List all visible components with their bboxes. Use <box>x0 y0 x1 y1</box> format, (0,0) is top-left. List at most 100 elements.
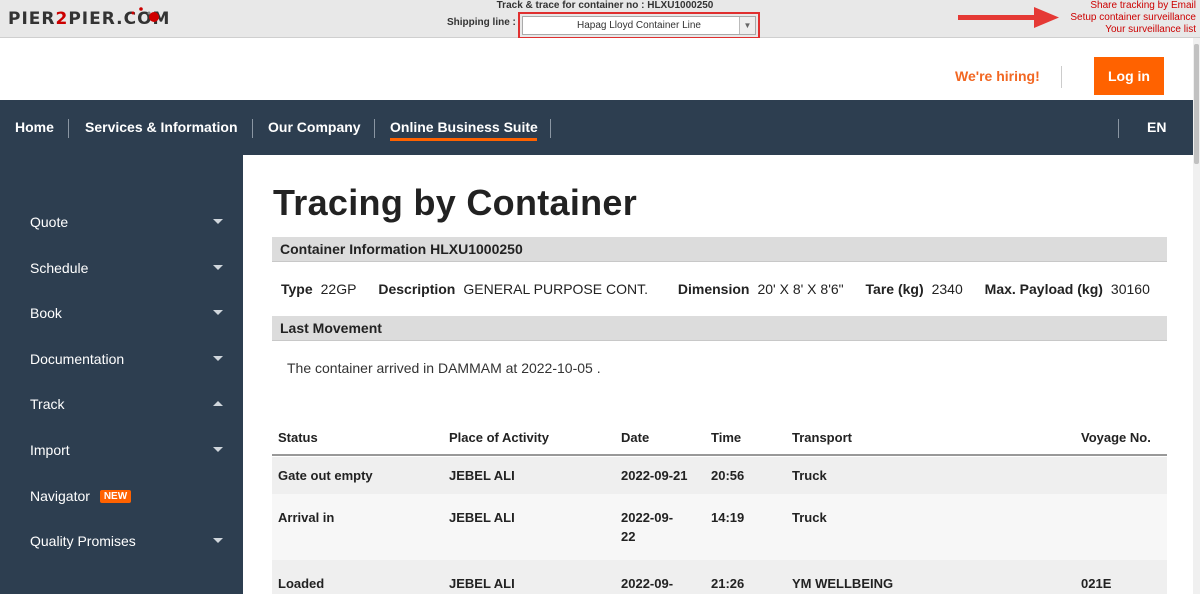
cell-place: JEBEL ALI <box>449 510 515 525</box>
caret-down-icon <box>213 219 223 224</box>
table-row: Gate out empty JEBEL ALI 2022-09-21 20:5… <box>272 457 1167 494</box>
col-voyage: Voyage No. <box>1081 430 1151 445</box>
col-place: Place of Activity <box>449 430 549 445</box>
setup-surveillance-link[interactable]: Setup container surveillance <box>1070 12 1196 24</box>
tracking-header: Track & trace for container no : HLXU100… <box>440 0 770 39</box>
col-status: Status <box>278 430 318 445</box>
last-movement-text: The container arrived in DAMMAM at 2022-… <box>287 360 601 376</box>
scrollbar-thumb[interactable] <box>1194 44 1199 164</box>
max-payload-label: Max. Payload (kg) <box>984 281 1103 297</box>
nav-our-company[interactable]: Our Company <box>268 119 361 135</box>
nav-services-information[interactable]: Services & Information <box>85 119 238 135</box>
cell-date-wrap: 22 <box>621 529 636 544</box>
cell-date: 2022-09- <box>621 510 674 525</box>
cell-status: Loaded <box>278 576 325 591</box>
p2p-toolbar: PIER2PIER.COM Track & trace for containe… <box>0 0 1200 39</box>
caret-down-icon <box>213 447 223 452</box>
sidebar-item-documentation[interactable]: Documentation <box>30 351 230 367</box>
sidebar-item-label: Quality Promises <box>30 533 136 549</box>
nav-separator <box>550 119 551 138</box>
sidebar-item-label: Import <box>30 442 70 458</box>
shipping-line-highlight: Hapag Lloyd Container Line ▼ <box>518 12 760 39</box>
table-row: Loaded JEBEL ALI 2022-09- 21:26 YM WELLB… <box>272 560 1167 594</box>
nav-separator <box>68 119 69 138</box>
caret-down-icon <box>213 310 223 315</box>
header-divider <box>1061 66 1062 88</box>
sidebar-item-label: Book <box>30 305 62 321</box>
sidebar-item-navigator[interactable]: Navigator NEW <box>30 488 230 504</box>
logo-dots-icon <box>131 7 159 22</box>
login-button[interactable]: Log in <box>1094 57 1164 95</box>
sidebar-item-track[interactable]: Track <box>30 396 230 412</box>
share-tracking-email-link[interactable]: Share tracking by Email <box>1070 0 1196 12</box>
col-transport: Transport <box>792 430 852 445</box>
caret-down-icon <box>213 356 223 361</box>
nav-separator <box>252 119 253 138</box>
description-label: Description <box>378 281 456 297</box>
trace-title: Track & trace for container no : HLXU100… <box>496 0 714 11</box>
tare-value: 2340 <box>931 281 963 297</box>
caret-down-icon <box>213 265 223 270</box>
nav-separator <box>374 119 375 138</box>
hiring-link[interactable]: We're hiring! <box>955 68 1040 84</box>
logo-text-pier: PIER <box>8 9 56 29</box>
cell-time: 20:56 <box>711 468 745 483</box>
type-label: Type <box>281 281 313 297</box>
dimension-value: 20' X 8' X 8'6" <box>757 281 844 297</box>
description-value: GENERAL PURPOSE CONT. <box>463 281 648 297</box>
cell-time: 21:26 <box>711 576 745 591</box>
cell-status: Arrival in <box>278 510 335 525</box>
table-row: Arrival in JEBEL ALI 2022-09- 22 14:19 T… <box>272 494 1167 560</box>
nav-separator <box>1118 119 1119 138</box>
new-badge: NEW <box>99 490 132 503</box>
cell-transport: Truck <box>792 468 827 483</box>
cell-transport: Truck <box>792 510 827 525</box>
cell-time: 14:19 <box>711 510 745 525</box>
container-info-row: Type 22GP Description GENERAL PURPOSE CONT… <box>281 281 1150 297</box>
cell-date: 2022-09- <box>621 576 674 591</box>
main-nav: Home Services & Information Our Company … <box>0 100 1193 155</box>
col-date: Date <box>621 430 650 445</box>
sidebar-item-label: Schedule <box>30 260 89 276</box>
sidebar-item-quote[interactable]: Quote <box>30 214 230 230</box>
shipping-line-value: Hapag Lloyd Container Line <box>577 20 701 31</box>
nav-online-business-suite[interactable]: Online Business Suite <box>390 119 538 135</box>
cell-place: JEBEL ALI <box>449 576 515 591</box>
caret-up-icon <box>213 401 223 406</box>
cell-status: Gate out empty <box>278 468 373 483</box>
main-content: Tracing by Container Container Informati… <box>243 155 1193 594</box>
language-switch[interactable]: EN <box>1147 119 1166 135</box>
logo-text-2: 2 <box>55 9 69 29</box>
shipping-line-select[interactable]: Hapag Lloyd Container Line ▼ <box>522 16 756 35</box>
tare-label: Tare (kg) <box>865 281 924 297</box>
surveillance-list-link[interactable]: Your surveillance list <box>1070 24 1196 36</box>
sidebar-item-book[interactable]: Book <box>30 305 230 321</box>
page-scrollbar[interactable] <box>1193 38 1200 594</box>
chevron-down-icon[interactable]: ▼ <box>739 17 755 34</box>
sidebar-item-label: Track <box>30 396 65 412</box>
sidebar-item-label: Documentation <box>30 351 125 367</box>
sidebar: Quote Schedule Book Documentation Track … <box>0 155 243 594</box>
dimension-label: Dimension <box>677 281 750 297</box>
annotation-arrow-icon <box>958 7 1059 28</box>
container-info-header: Container Information HLXU1000250 <box>272 237 1167 262</box>
last-movement-header: Last Movement <box>272 316 1167 341</box>
col-time: Time <box>711 430 742 445</box>
caret-down-icon <box>213 538 223 543</box>
page-title: Tracing by Container <box>273 182 638 223</box>
cell-date: 2022-09-21 <box>621 468 688 483</box>
sidebar-item-schedule[interactable]: Schedule <box>30 260 230 276</box>
sidebar-item-quality-promises[interactable]: Quality Promises <box>30 533 230 549</box>
shipping-line-label: Shipping line : <box>447 17 516 28</box>
nav-home[interactable]: Home <box>15 119 54 135</box>
surveillance-links: Share tracking by Email Setup container … <box>1070 0 1196 36</box>
sidebar-item-label: Quote <box>30 214 69 230</box>
sidebar-item-label: Navigator <box>30 488 90 504</box>
type-value: 22GP <box>320 281 357 297</box>
table-header: Status Place of Activity Date Time Trans… <box>272 425 1167 456</box>
cell-place: JEBEL ALI <box>449 468 515 483</box>
site-header: We're hiring! Log in <box>0 38 1190 100</box>
cell-transport: YM WELLBEING <box>792 576 894 591</box>
nav-active-indicator <box>390 138 537 141</box>
sidebar-item-import[interactable]: Import <box>30 442 230 458</box>
